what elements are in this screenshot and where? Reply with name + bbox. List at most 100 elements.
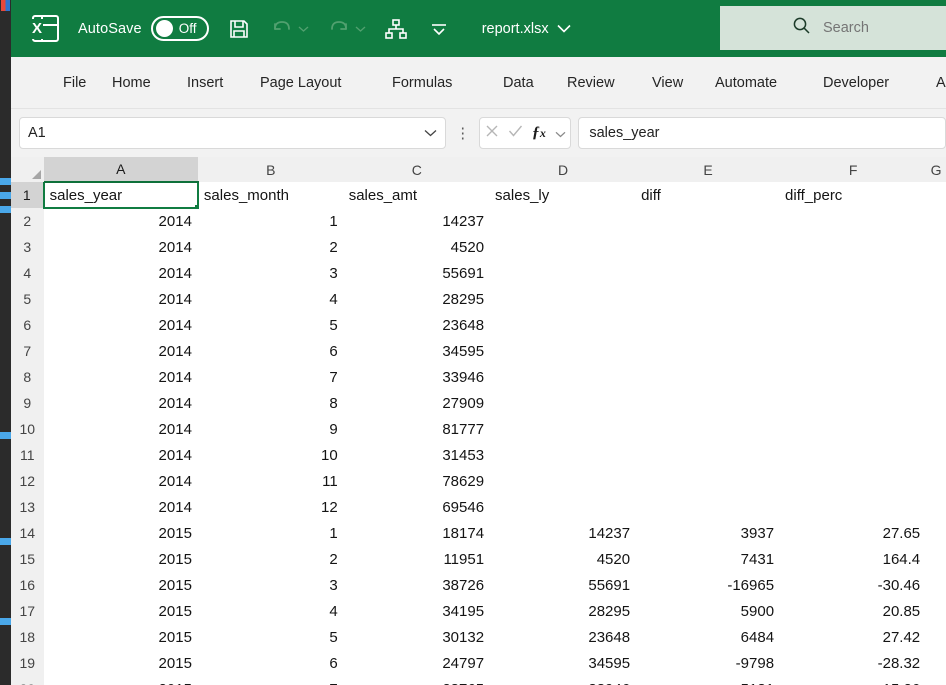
cell-D17[interactable]: 28295 [490, 598, 636, 624]
cell-G6[interactable] [926, 312, 946, 338]
save-icon[interactable] [226, 15, 252, 42]
cell-F5[interactable] [780, 286, 926, 312]
row-header-14[interactable]: 14 [11, 520, 44, 546]
cell-E14[interactable]: 3937 [636, 520, 780, 546]
cell-G4[interactable] [926, 260, 946, 286]
column-header-G[interactable]: G [926, 157, 946, 182]
cell-D10[interactable] [490, 416, 636, 442]
cell-B20[interactable]: 7 [198, 676, 344, 685]
cell-F11[interactable] [780, 442, 926, 468]
cell-E18[interactable]: 6484 [636, 624, 780, 650]
cell-A4[interactable]: 2014 [44, 260, 198, 286]
cell-C20[interactable]: 28765 [344, 676, 490, 685]
cell-B15[interactable]: 2 [198, 546, 344, 572]
column-header-C[interactable]: C [343, 157, 491, 182]
cell-C7[interactable]: 34595 [344, 338, 490, 364]
row-header-18[interactable]: 18 [11, 624, 44, 650]
cell-G3[interactable] [926, 234, 946, 260]
undo-dropdown-icon[interactable] [298, 20, 309, 38]
search-input[interactable] [823, 20, 933, 36]
redo-icon[interactable] [326, 15, 352, 42]
formula-chevron-down-icon[interactable] [555, 125, 566, 142]
cell-B18[interactable]: 5 [198, 624, 344, 650]
column-header-A[interactable]: A [43, 157, 198, 183]
cell-F4[interactable] [780, 260, 926, 286]
select-all-triangle-icon[interactable] [11, 157, 44, 182]
cell-E8[interactable] [636, 364, 780, 390]
cell-A10[interactable]: 2014 [44, 416, 198, 442]
cell-C5[interactable]: 28295 [344, 286, 490, 312]
cell-B11[interactable]: 10 [198, 442, 344, 468]
cell-F7[interactable] [780, 338, 926, 364]
undo-icon[interactable] [269, 15, 295, 42]
row-header-2[interactable]: 2 [11, 208, 44, 234]
cell-C8[interactable]: 33946 [344, 364, 490, 390]
cell-F16[interactable]: -30.46 [780, 572, 926, 598]
cell-D7[interactable] [490, 338, 636, 364]
enter-icon[interactable] [508, 124, 523, 142]
cell-D20[interactable]: 33946 [490, 676, 636, 685]
cell-E16[interactable]: -16965 [636, 572, 780, 598]
cell-F18[interactable]: 27.42 [780, 624, 926, 650]
cell-C2[interactable]: 14237 [344, 208, 490, 234]
cell-B2[interactable]: 1 [198, 208, 344, 234]
column-header-E[interactable]: E [636, 157, 781, 182]
cell-G13[interactable] [926, 494, 946, 520]
insert-function-icon[interactable]: ƒx [532, 124, 546, 142]
cell-E4[interactable] [636, 260, 780, 286]
cell-A6[interactable]: 2014 [44, 312, 198, 338]
cell-F20[interactable]: -15.26 [780, 676, 926, 685]
cell-A5[interactable]: 2014 [44, 286, 198, 312]
cell-C3[interactable]: 4520 [344, 234, 490, 260]
row-header-4[interactable]: 4 [11, 260, 44, 286]
cell-B9[interactable]: 8 [198, 390, 344, 416]
ribbon-tab-developer[interactable]: Developer [823, 70, 889, 96]
cell-E19[interactable]: -9798 [636, 650, 780, 676]
cell-A12[interactable]: 2014 [44, 468, 198, 494]
cell-B3[interactable]: 2 [198, 234, 344, 260]
cell-G12[interactable] [926, 468, 946, 494]
cell-E20[interactable]: -5181 [636, 676, 780, 685]
cell-E7[interactable] [636, 338, 780, 364]
cell-F13[interactable] [780, 494, 926, 520]
cell-C6[interactable]: 23648 [344, 312, 490, 338]
cell-B12[interactable]: 11 [198, 468, 344, 494]
cell-A18[interactable]: 2015 [44, 624, 198, 650]
cell-A19[interactable]: 2015 [44, 650, 198, 676]
cell-E15[interactable]: 7431 [636, 546, 780, 572]
cell-E5[interactable] [636, 286, 780, 312]
cell-D6[interactable] [490, 312, 636, 338]
cell-F1[interactable]: diff_perc [780, 182, 926, 208]
cell-D11[interactable] [490, 442, 636, 468]
cell-G1[interactable] [926, 182, 946, 208]
cell-D8[interactable] [490, 364, 636, 390]
cell-C13[interactable]: 69546 [344, 494, 490, 520]
cell-A16[interactable]: 2015 [44, 572, 198, 598]
cell-F12[interactable] [780, 468, 926, 494]
cell-A7[interactable]: 2014 [44, 338, 198, 364]
cell-G7[interactable] [926, 338, 946, 364]
cell-D15[interactable]: 4520 [490, 546, 636, 572]
cell-F10[interactable] [780, 416, 926, 442]
row-header-20[interactable]: 20 [11, 676, 44, 685]
cell-A3[interactable]: 2014 [44, 234, 198, 260]
cell-C4[interactable]: 55691 [344, 260, 490, 286]
quick-access-overflow-icon[interactable] [426, 15, 452, 42]
cell-D18[interactable]: 23648 [490, 624, 636, 650]
column-header-D[interactable]: D [490, 157, 637, 182]
cell-E13[interactable] [636, 494, 780, 520]
row-header-10[interactable]: 10 [11, 416, 44, 442]
cell-G15[interactable] [926, 546, 946, 572]
cell-B10[interactable]: 9 [198, 416, 344, 442]
row-header-3[interactable]: 3 [11, 234, 44, 260]
formula-input[interactable] [578, 117, 946, 149]
cell-B16[interactable]: 3 [198, 572, 344, 598]
cell-F3[interactable] [780, 234, 926, 260]
cell-D12[interactable] [490, 468, 636, 494]
cell-E9[interactable] [636, 390, 780, 416]
cell-G10[interactable] [926, 416, 946, 442]
ribbon-tab-insert[interactable]: Insert [187, 70, 223, 96]
cell-G5[interactable] [926, 286, 946, 312]
ribbon-tab-page-layout[interactable]: Page Layout [260, 70, 341, 96]
redo-dropdown-icon[interactable] [355, 20, 366, 38]
